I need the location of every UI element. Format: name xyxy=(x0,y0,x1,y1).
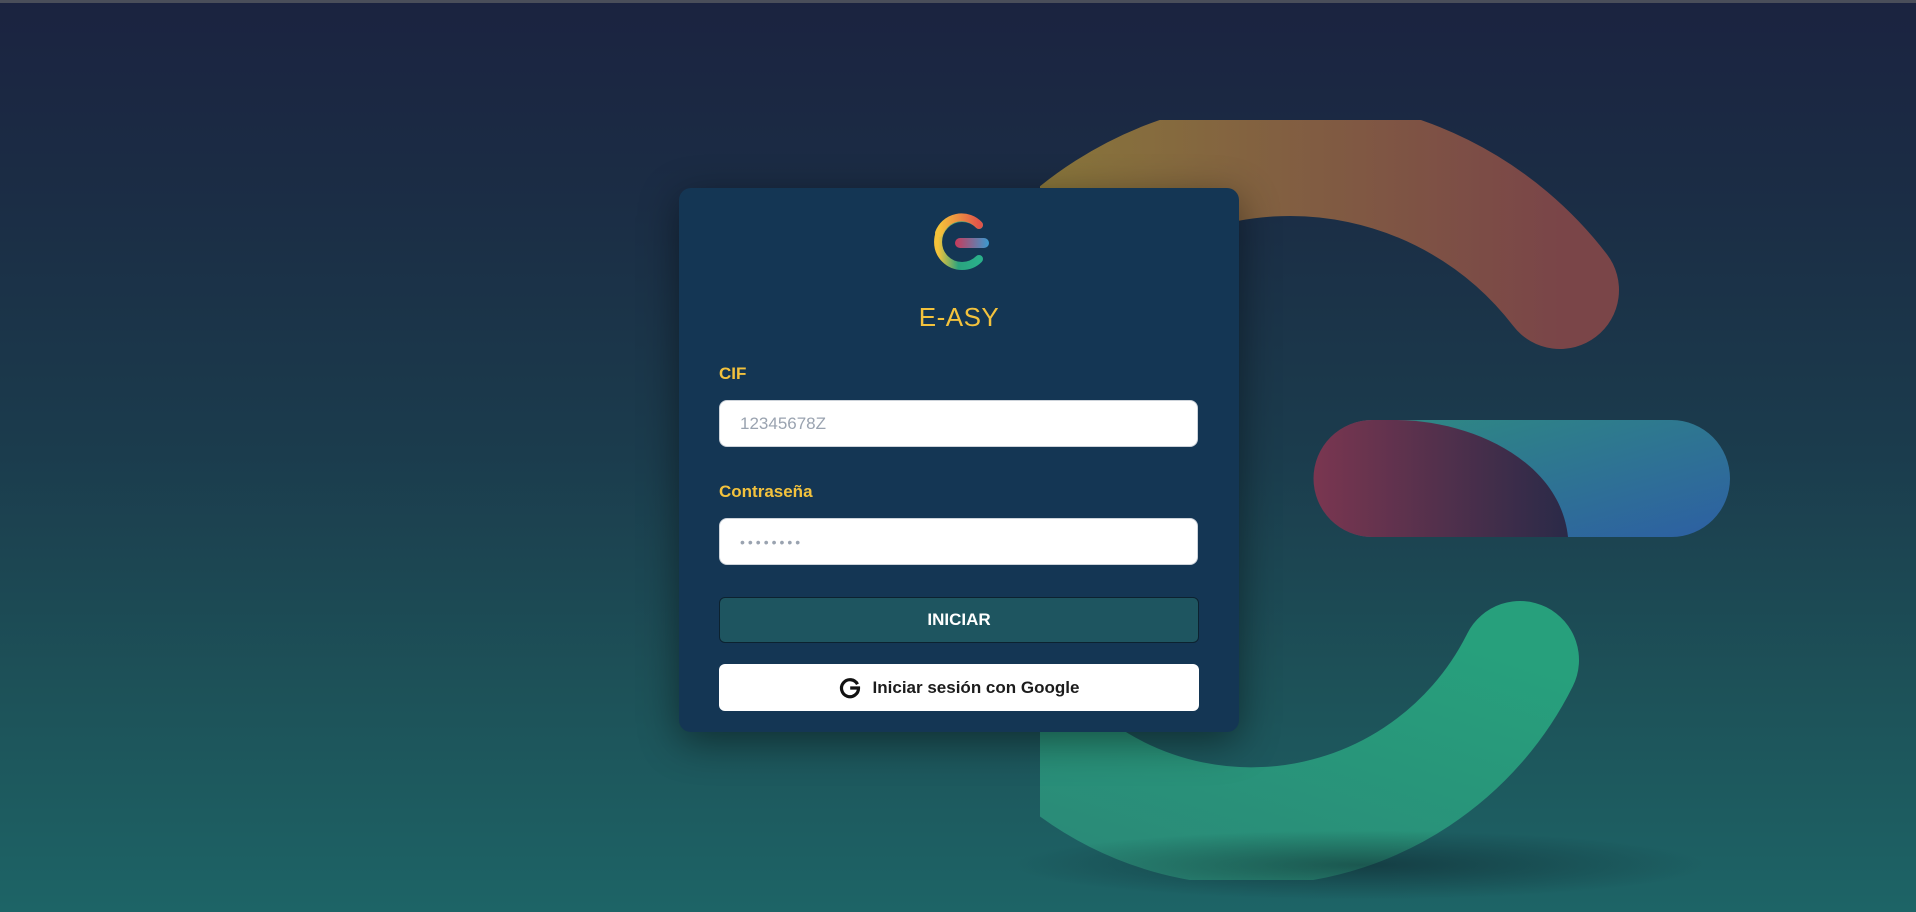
password-label: Contraseña xyxy=(719,482,813,501)
browser-top-strip xyxy=(0,0,1916,3)
google-login-button[interactable]: Iniciar sesión con Google xyxy=(719,664,1199,711)
background-logo-shadow xyxy=(1010,830,1710,900)
brand-title: E-ASY xyxy=(918,302,1000,332)
google-login-label: Iniciar sesión con Google xyxy=(872,677,1080,697)
login-card: E-ASY CIF Contraseña INICIAR Iniciar ses… xyxy=(679,188,1239,732)
login-button[interactable]: INICIAR xyxy=(719,597,1199,643)
google-g-icon xyxy=(839,677,860,698)
cif-label: CIF xyxy=(719,364,747,383)
easy-g-logo-icon xyxy=(934,213,989,270)
password-input[interactable] xyxy=(719,518,1198,565)
cif-input[interactable] xyxy=(719,400,1198,447)
